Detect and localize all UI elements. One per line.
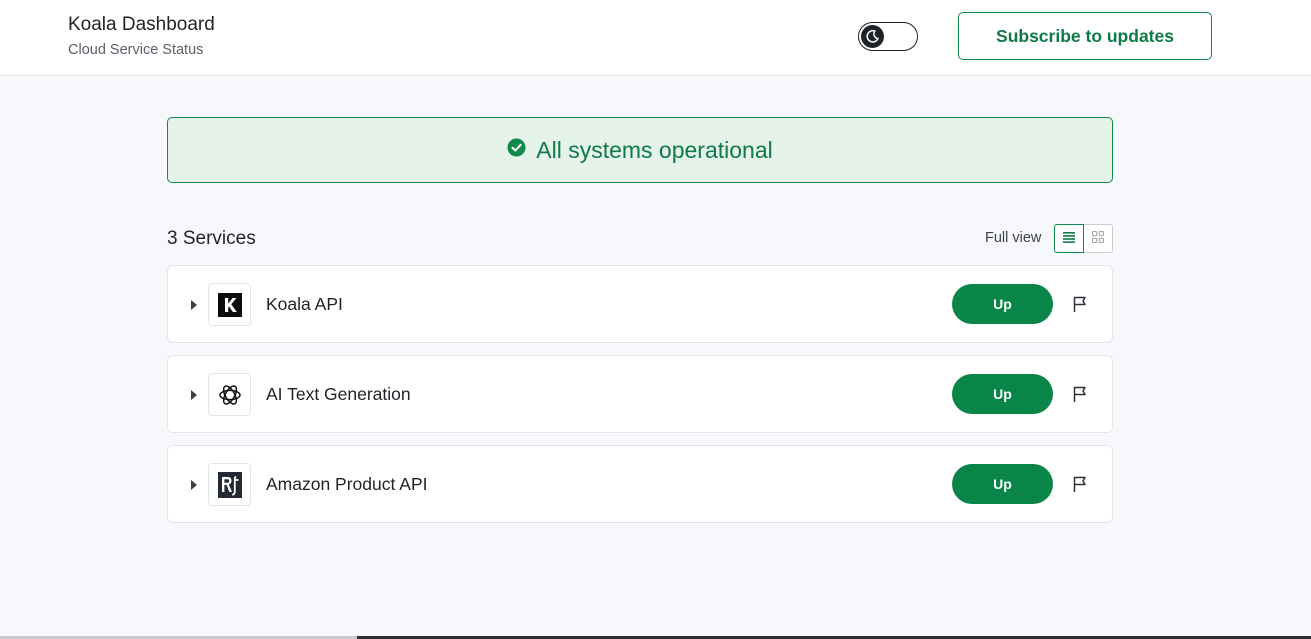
subscribe-button[interactable]: Subscribe to updates [958, 12, 1212, 60]
check-circle-icon [507, 138, 526, 162]
service-name: Amazon Product API [266, 474, 428, 494]
app-title: Koala Dashboard [68, 14, 215, 35]
service-name: AI Text Generation [266, 384, 411, 404]
koala-k-logo [208, 283, 251, 326]
flag-icon[interactable] [1070, 293, 1090, 315]
grid-icon [1091, 230, 1104, 248]
flag-icon[interactable] [1070, 383, 1090, 405]
openai-logo [208, 373, 251, 416]
view-mode-label: Full view [985, 230, 1042, 246]
status-banner: All systems operational [167, 117, 1113, 183]
service-row[interactable]: Amazon Product API Up [167, 445, 1113, 523]
app-subtitle: Cloud Service Status [68, 42, 204, 58]
service-row[interactable]: Koala API Up [167, 265, 1113, 343]
service-name: Koala API [266, 294, 343, 314]
list-icon [1062, 230, 1075, 248]
top-header: Koala Dashboard Cloud Service Status Sub… [0, 0, 1311, 76]
view-toggle [1054, 224, 1113, 253]
services-count: 3 Services [167, 228, 256, 249]
list-view-button[interactable] [1054, 224, 1084, 253]
expand-caret-icon[interactable] [188, 478, 200, 492]
flag-icon[interactable] [1070, 473, 1090, 495]
rainforest-rj-logo [208, 463, 251, 506]
status-badge[interactable]: Up [952, 464, 1053, 504]
status-badge[interactable]: Up [952, 374, 1053, 414]
expand-caret-icon[interactable] [188, 388, 200, 402]
expand-caret-icon[interactable] [188, 298, 200, 312]
theme-toggle[interactable] [858, 22, 918, 51]
service-row[interactable]: AI Text Generation Up [167, 355, 1113, 433]
grid-view-button[interactable] [1083, 224, 1113, 253]
status-badge[interactable]: Up [952, 284, 1053, 324]
status-text: All systems operational [536, 136, 773, 163]
moon-icon [861, 25, 884, 48]
